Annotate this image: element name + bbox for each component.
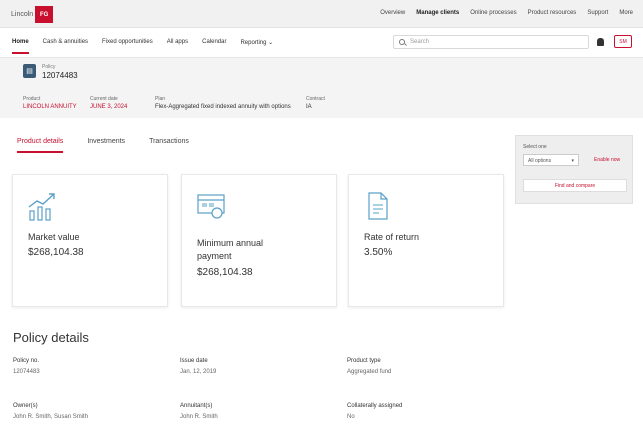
- detail-policy-no: Policy no. 12074483: [13, 358, 40, 375]
- header-field-plan: Plan Flex-Aggregated fixed indexed annui…: [155, 96, 291, 110]
- detail-key: Collaterally assigned: [347, 403, 403, 409]
- document-rate-icon: [368, 192, 388, 220]
- policy-number: 12074483: [42, 71, 78, 80]
- search-icon: [399, 39, 405, 45]
- card-label: Market value: [28, 232, 80, 242]
- header-field-value: IA: [306, 104, 312, 110]
- header-field-current-date: Current date JUNE 3, 2024: [90, 96, 127, 110]
- header-field-product: Product LINCOLN ANNUITY: [23, 96, 77, 110]
- top-link-support[interactable]: Support: [587, 10, 608, 16]
- nav-home[interactable]: Home: [12, 39, 29, 54]
- brand-name: Lincoln: [11, 11, 34, 18]
- detail-issue-date: Issue date Jan. 12, 2019: [180, 358, 216, 375]
- header-field-key: Plan: [155, 96, 166, 102]
- policy-details-title: Policy details: [13, 330, 89, 345]
- tab-transactions[interactable]: Transactions: [149, 138, 189, 153]
- search-input[interactable]: Search: [393, 35, 589, 49]
- fund-selector-panel: Select one All options ▾ Enable now Find…: [515, 135, 633, 204]
- policy-tabs: Product details Investments Transactions: [17, 138, 189, 153]
- tab-product-details[interactable]: Product details: [17, 138, 63, 153]
- nav-reporting-label: Reporting: [240, 40, 267, 46]
- brand-badge: FG: [35, 6, 54, 23]
- detail-key: Owner(s): [13, 403, 38, 409]
- top-bar: Lincoln FG Overview Manage clients Onlin…: [0, 0, 643, 28]
- chart-growth-icon: [28, 193, 55, 221]
- nav-fixed-opportunities[interactable]: Fixed opportunities: [102, 39, 153, 54]
- detail-key: Annuitant(s): [180, 403, 213, 409]
- header-field-contract: Contract IA: [306, 96, 325, 110]
- detail-key: Policy no.: [13, 358, 40, 364]
- detail-value: Jan. 12, 2019: [180, 369, 217, 375]
- fund-select[interactable]: All options ▾: [523, 154, 579, 166]
- header-field-key: Current date: [90, 96, 118, 102]
- header-field-value: JUNE 3, 2024: [90, 104, 128, 110]
- detail-product-type: Product type Aggregated fund: [347, 358, 391, 375]
- detail-value: No: [347, 414, 355, 420]
- card-value: 3.50%: [364, 247, 393, 258]
- enable-link[interactable]: Enable now: [594, 157, 620, 163]
- chevron-down-icon: ⌄: [268, 40, 274, 46]
- rate-of-return-card: Rate of return 3.50%: [348, 174, 504, 307]
- brand-logo[interactable]: Lincoln FG: [11, 6, 54, 23]
- card-label: Rate of return: [364, 232, 420, 242]
- notification-bell-icon[interactable]: [597, 38, 604, 46]
- detail-owners: Owner(s) John R. Smith, Susan Smith: [13, 403, 88, 420]
- detail-annuitants: Annuitant(s) John R. Smith: [180, 403, 218, 420]
- user-menu-button[interactable]: SM: [614, 35, 632, 48]
- card-value: $268,104.38: [197, 267, 253, 278]
- nav-reporting[interactable]: Reporting ⌄: [240, 39, 273, 54]
- find-compare-button[interactable]: Find and compare: [523, 179, 627, 192]
- tab-investments[interactable]: Investments: [87, 138, 125, 153]
- detail-key: Product type: [347, 358, 381, 364]
- nav-calendar[interactable]: Calendar: [202, 39, 226, 54]
- search-placeholder: Search: [410, 39, 430, 45]
- fund-select-value: All options: [528, 158, 552, 164]
- nav-cash-annuities[interactable]: Cash & annuities: [43, 39, 88, 54]
- policy-document-icon: ▤: [23, 64, 36, 78]
- top-link-more[interactable]: More: [619, 10, 633, 16]
- nav-all-apps[interactable]: All apps: [167, 39, 188, 54]
- selector-label: Select one: [523, 144, 547, 150]
- detail-value: 12074483: [13, 369, 40, 375]
- market-value-card: Market value $268,104.38: [12, 174, 168, 307]
- header-field-value[interactable]: LINCOLN ANNUITY: [23, 104, 77, 110]
- top-link-product-resources[interactable]: Product resources: [528, 10, 577, 16]
- detail-key: Issue date: [180, 358, 208, 364]
- top-link-online-processes[interactable]: Online processes: [470, 10, 516, 16]
- card-label: Minimum annual payment: [197, 238, 264, 261]
- detail-collaterally-assigned: Collaterally assigned No: [347, 403, 402, 420]
- detail-value: Aggregated fund: [347, 369, 392, 375]
- header-field-key: Product: [23, 96, 41, 102]
- chevron-down-icon: ▾: [571, 158, 574, 164]
- detail-value: John R. Smith, Susan Smith: [13, 414, 89, 420]
- card-value: $268,104.38: [28, 247, 84, 258]
- payment-calendar-icon: [197, 194, 225, 219]
- header-field-value: Flex-Aggregated fixed indexed annuity wi…: [155, 104, 291, 110]
- top-link-manage-clients[interactable]: Manage clients: [416, 10, 459, 16]
- detail-value: John R. Smith: [180, 414, 218, 420]
- policy-label: Policy: [42, 64, 56, 70]
- header-field-key: Contract: [306, 96, 325, 102]
- minimum-payment-card: Minimum annual payment $268,104.38: [181, 174, 337, 307]
- top-link-overview[interactable]: Overview: [380, 10, 405, 16]
- top-links: Overview Manage clients Online processes…: [380, 10, 633, 16]
